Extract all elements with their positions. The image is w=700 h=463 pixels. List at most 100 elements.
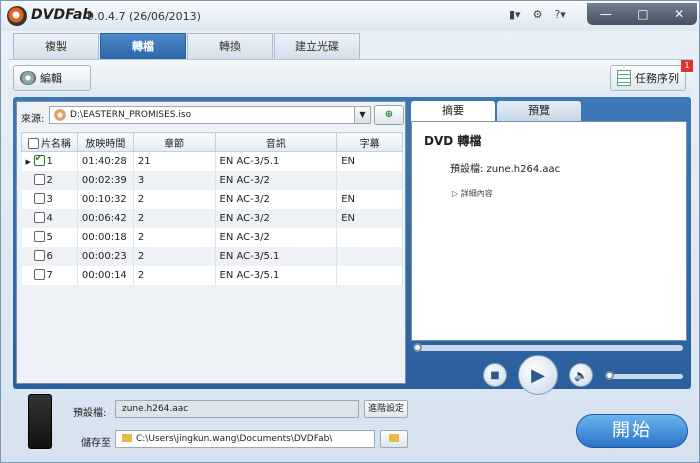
seek-knob[interactable] <box>413 343 422 352</box>
browse-folder-button[interactable] <box>380 430 408 448</box>
layout-icon[interactable]: ▮▾ <box>509 8 521 21</box>
stop-button[interactable]: ■ <box>483 363 507 387</box>
titles-table: 片名稱 放映時間 章節 音訊 字幕 ▶101:40:2821EN AC-3/5.… <box>21 132 403 285</box>
tab-ripper[interactable]: 轉檔 <box>100 33 186 59</box>
header-audio[interactable]: 音訊 <box>214 132 338 152</box>
edit-button[interactable]: 編輯 <box>13 65 91 91</box>
title-number: 7 <box>46 270 53 281</box>
header-title[interactable]: 片名稱 <box>21 132 78 152</box>
table-row[interactable]: 3 00:10:32 2 EN AC-3/2 EN <box>21 189 403 209</box>
source-select[interactable]: D:\EASTERN_PROMISES.iso ▼ <box>49 106 371 124</box>
advanced-settings-button[interactable]: 進階設定 <box>364 400 408 418</box>
help-icon[interactable]: ?▾ <box>554 8 565 21</box>
open-folder-icon <box>389 434 399 442</box>
task-queue-label: 任務序列 <box>635 72 679 85</box>
title-number: 2 <box>46 175 53 186</box>
play-icon: ▶ <box>531 364 545 386</box>
tab-preview[interactable]: 預覽 <box>497 101 581 121</box>
title-checkbox[interactable] <box>33 153 45 167</box>
cell-subtitle: EN <box>336 189 403 209</box>
title-bar[interactable]: DVDFab 9.0.4.7 (26/06/2013) ▮▾ ⚙ ?▾ — □ … <box>1 1 699 31</box>
gear-icon[interactable]: ⚙ <box>533 8 543 21</box>
maximize-button[interactable]: □ <box>637 7 648 21</box>
cell-chapters: 2 <box>133 246 216 266</box>
cell-time: 01:40:28 <box>77 151 134 171</box>
task-count-badge: 1 <box>681 60 693 72</box>
chevron-down-icon[interactable]: ▼ <box>354 107 370 123</box>
cell-title: ▶1 <box>21 151 78 171</box>
title-number: 5 <box>46 232 53 243</box>
cell-audio: EN AC-3/2 <box>215 170 338 190</box>
title-checkbox[interactable] <box>33 250 45 261</box>
title-checkbox[interactable] <box>33 231 45 242</box>
cell-chapters: 21 <box>133 151 216 171</box>
header-chapters[interactable]: 章節 <box>132 132 216 152</box>
play-button[interactable]: ▶ <box>518 355 558 395</box>
app-name: DVDFab <box>31 7 93 23</box>
toolbar: 編輯 任務序列 1 <box>9 59 693 97</box>
table-row[interactable]: 5 00:00:18 2 EN AC-3/2 <box>21 227 403 247</box>
cell-chapters: 2 <box>133 227 216 247</box>
table-row[interactable]: ▶101:40:2821EN AC-3/5.1EN <box>21 151 403 171</box>
main-panel: 來源: D:\EASTERN_PROMISES.iso ▼ ⊕ 片名稱 放映時間… <box>13 97 691 395</box>
cell-audio: EN AC-3/2 <box>215 227 338 247</box>
start-button[interactable]: 開始 <box>576 414 688 448</box>
table-row[interactable]: 4 00:06:42 2 EN AC-3/2 EN <box>21 208 403 228</box>
title-checkbox[interactable] <box>33 269 45 280</box>
header-time[interactable]: 放映時間 <box>76 132 134 152</box>
tab-copy[interactable]: 複製 <box>13 33 99 59</box>
table-row[interactable]: 6 00:00:23 2 EN AC-3/5.1 <box>21 246 403 266</box>
details-link[interactable]: ▷ 詳細內容 <box>452 188 493 199</box>
volume-button[interactable]: 🔈 <box>569 363 593 387</box>
summary-panel: 摘要 預覽 DVD 轉檔 預設檔: zune.h264.aac ▷ 詳細內容 ■… <box>411 101 687 395</box>
table-row[interactable]: 7 00:00:14 2 EN AC-3/5.1 <box>21 265 403 285</box>
volume-knob[interactable] <box>605 371 614 380</box>
preset-field[interactable]: zune.h264.aac <box>115 400 359 418</box>
table-row[interactable]: 2 00:02:39 3 EN AC-3/2 <box>21 170 403 190</box>
header-subtitle[interactable]: 字幕 <box>336 132 403 152</box>
close-button[interactable]: ✕ <box>674 7 684 21</box>
title-list-panel: 來源: D:\EASTERN_PROMISES.iso ▼ ⊕ 片名稱 放映時間… <box>16 101 406 384</box>
cell-title: 7 <box>21 265 78 285</box>
folder-icon <box>122 434 132 442</box>
cell-title: 5 <box>21 227 78 247</box>
edit-label: 編輯 <box>40 72 62 85</box>
title-checkbox[interactable] <box>33 212 45 223</box>
cell-subtitle <box>336 265 403 285</box>
task-queue-button[interactable]: 任務序列 <box>610 65 686 91</box>
summary-preset: 預設檔: zune.h264.aac <box>450 164 561 175</box>
tab-summary[interactable]: 摘要 <box>411 101 495 121</box>
cell-time: 00:00:23 <box>77 246 134 266</box>
mode-tabs: 複製 轉檔 轉換 建立光碟 <box>13 33 361 59</box>
cell-subtitle <box>336 246 403 266</box>
title-checkbox[interactable] <box>33 174 45 185</box>
add-source-button[interactable]: ⊕ <box>374 105 404 125</box>
cell-audio: EN AC-3/5.1 <box>215 246 338 266</box>
app-window: DVDFab 9.0.4.7 (26/06/2013) ▮▾ ⚙ ?▾ — □ … <box>0 0 700 463</box>
cell-audio: EN AC-3/2 <box>215 208 338 228</box>
current-row-arrow-icon: ▶ <box>25 158 31 167</box>
save-path-field[interactable]: C:\Users\jingkun.wang\Documents\DVDFab\ <box>115 430 375 448</box>
disc-icon <box>54 109 66 121</box>
minimize-button[interactable]: — <box>600 7 612 21</box>
cell-audio: EN AC-3/2 <box>215 189 338 209</box>
film-reel-icon <box>20 71 36 85</box>
tab-converter[interactable]: 轉換 <box>187 33 273 59</box>
title-number: 3 <box>46 194 53 205</box>
tab-creator[interactable]: 建立光碟 <box>274 33 360 59</box>
title-checkbox[interactable] <box>33 193 45 204</box>
summary-body: DVD 轉檔 預設檔: zune.h264.aac ▷ 詳細內容 <box>411 121 687 341</box>
cell-chapters: 2 <box>133 265 216 285</box>
select-all-checkbox[interactable] <box>27 137 39 149</box>
seek-slider[interactable] <box>413 343 683 352</box>
volume-slider[interactable] <box>605 371 683 380</box>
cell-subtitle: EN <box>336 208 403 228</box>
window-controls: — □ ✕ <box>587 3 697 25</box>
cell-chapters: 2 <box>133 189 216 209</box>
add-source-icon: ⊕ <box>384 109 394 120</box>
speaker-icon: 🔈 <box>574 368 588 382</box>
cell-title: 3 <box>21 189 78 209</box>
task-list-icon <box>617 70 631 86</box>
stop-icon: ■ <box>490 369 500 381</box>
save-to-label: 儲存至 <box>81 438 111 449</box>
